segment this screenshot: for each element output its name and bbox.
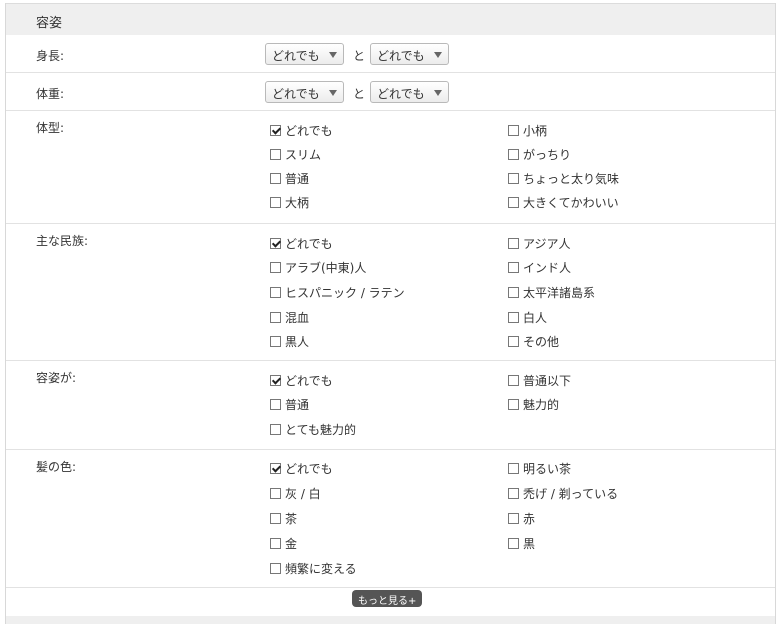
checkbox[interactable] [508, 237, 519, 249]
checkbox[interactable] [508, 462, 519, 474]
checkbox[interactable] [270, 261, 281, 273]
hair-option-gray-white[interactable]: 灰 / 白 [270, 485, 321, 501]
weight-between-text: と [353, 87, 366, 101]
checkbox[interactable] [508, 335, 519, 347]
body-type-option-any[interactable]: どれでも [270, 122, 333, 138]
weight-to-select[interactable]: どれでも [370, 81, 449, 103]
hair-option-changes-often[interactable]: 頻繁に変える [270, 560, 357, 576]
ethnicity-option-white[interactable]: 白人 [508, 309, 547, 325]
checkbox[interactable] [508, 487, 519, 499]
chevron-down-icon [329, 52, 337, 58]
body-type-option-overweight[interactable]: ちょっと太り気味 [508, 170, 619, 186]
checkbox-checked[interactable] [270, 237, 281, 249]
weight-from-value: どれでも [272, 87, 320, 101]
section-header: 容姿 [6, 3, 775, 35]
body-type-option-large[interactable]: 大柄 [270, 194, 309, 210]
checkbox[interactable] [270, 172, 281, 184]
checkbox[interactable] [270, 335, 281, 347]
hair-option-blonde[interactable]: 金 [270, 535, 297, 551]
hair-option-red[interactable]: 赤 [508, 510, 535, 526]
hair-color-row: 髪の色: どれでも 灰 / 白 茶 金 頻繁に変える 明るい茶 禿げ / 剃って… [6, 450, 775, 588]
weight-row: 体重: どれでも と どれでも [6, 73, 775, 111]
weight-to-value: どれでも [377, 87, 425, 101]
checkbox[interactable] [270, 196, 281, 208]
chevron-down-icon [434, 52, 442, 58]
checkbox[interactable] [270, 286, 281, 298]
weight-from-select[interactable]: どれでも [265, 81, 344, 103]
checkbox[interactable] [508, 172, 519, 184]
hair-option-black[interactable]: 黒 [508, 535, 535, 551]
appearance-option-below-average[interactable]: 普通以下 [508, 372, 571, 388]
hair-option-bald-shaved[interactable]: 禿げ / 剃っている [508, 485, 618, 501]
ethnicity-option-asian[interactable]: アジア人 [508, 235, 571, 251]
appearance-option-very-attractive[interactable]: とても魅力的 [270, 421, 356, 437]
appearance-option-average[interactable]: 普通 [270, 396, 309, 412]
ethnicity-option-hispanic[interactable]: ヒスパニック / ラテン [270, 284, 405, 300]
checkbox[interactable] [508, 196, 519, 208]
appearance-label: 容姿が: [36, 371, 77, 385]
appearance-row: 容姿が: どれでも 普通 とても魅力的 普通以下 魅力的 [6, 361, 775, 450]
checkbox-checked[interactable] [270, 374, 281, 386]
checkbox[interactable] [508, 512, 519, 524]
chevron-down-icon [434, 90, 442, 96]
appearance-option-attractive[interactable]: 魅力的 [508, 396, 559, 412]
ethnicity-row: 主な民族: どれでも アラブ(中東)人 ヒスパニック / ラテン 混血 黒人 ア… [6, 224, 775, 361]
body-type-option-average[interactable]: 普通 [270, 170, 309, 186]
hair-color-label: 髪の色: [36, 460, 77, 474]
checkbox[interactable] [508, 374, 519, 386]
checkbox[interactable] [508, 398, 519, 410]
checkbox[interactable] [270, 537, 281, 549]
checkbox[interactable] [508, 261, 519, 273]
ethnicity-option-other[interactable]: その他 [508, 333, 559, 349]
height-from-select[interactable]: どれでも [265, 43, 344, 65]
checkbox[interactable] [270, 398, 281, 410]
body-type-row: 体型: どれでも スリム 普通 大柄 小柄 がっちり ちょっと太り気味 大きくて… [6, 111, 775, 224]
checkbox[interactable] [508, 124, 519, 136]
checkbox[interactable] [270, 562, 281, 574]
ethnicity-option-mixed[interactable]: 混血 [270, 309, 309, 325]
checkbox[interactable] [508, 148, 519, 160]
body-type-label: 体型: [36, 121, 65, 135]
checkbox[interactable] [508, 311, 519, 323]
chevron-down-icon [329, 90, 337, 96]
footer-bar [6, 616, 775, 624]
show-more-button[interactable]: もっと見る+ [352, 590, 423, 607]
checkbox[interactable] [270, 148, 281, 160]
height-from-value: どれでも [272, 49, 320, 63]
hair-option-light-brown[interactable]: 明るい茶 [508, 460, 571, 476]
checkbox[interactable] [508, 537, 519, 549]
height-row: 身長: どれでも と どれでも [6, 35, 775, 73]
body-type-option-big-cute[interactable]: 大きくてかわいい [508, 194, 619, 210]
ethnicity-option-any[interactable]: どれでも [270, 235, 333, 251]
checkbox[interactable] [508, 286, 519, 298]
height-to-value: どれでも [377, 49, 425, 63]
checkbox[interactable] [270, 311, 281, 323]
checkbox-checked[interactable] [270, 462, 281, 474]
ethnicity-option-arab[interactable]: アラブ(中東)人 [270, 259, 366, 275]
section-title: 容姿 [36, 16, 63, 31]
ethnicity-option-black[interactable]: 黒人 [270, 333, 309, 349]
height-to-select[interactable]: どれでも [370, 43, 449, 65]
appearance-option-any[interactable]: どれでも [270, 372, 333, 388]
weight-label: 体重: [36, 87, 65, 101]
height-label: 身長: [36, 49, 65, 63]
checkbox-checked[interactable] [270, 124, 281, 136]
body-type-option-petite[interactable]: 小柄 [508, 122, 547, 138]
appearance-panel: 容姿 身長: どれでも と どれでも 体重: どれでも と どれでも 体型: ど… [5, 3, 776, 624]
hair-option-brown[interactable]: 茶 [270, 510, 297, 526]
hair-option-any[interactable]: どれでも [270, 460, 333, 476]
height-between-text: と [353, 49, 366, 63]
body-type-option-slim[interactable]: スリム [270, 146, 321, 162]
ethnicity-option-pacific-islander[interactable]: 太平洋諸島系 [508, 284, 595, 300]
checkbox[interactable] [270, 423, 281, 435]
checkbox[interactable] [270, 487, 281, 499]
body-type-option-stocky[interactable]: がっちり [508, 146, 571, 162]
checkbox[interactable] [270, 512, 281, 524]
ethnicity-option-indian[interactable]: インド人 [508, 259, 571, 275]
ethnicity-label: 主な民族: [36, 234, 89, 248]
